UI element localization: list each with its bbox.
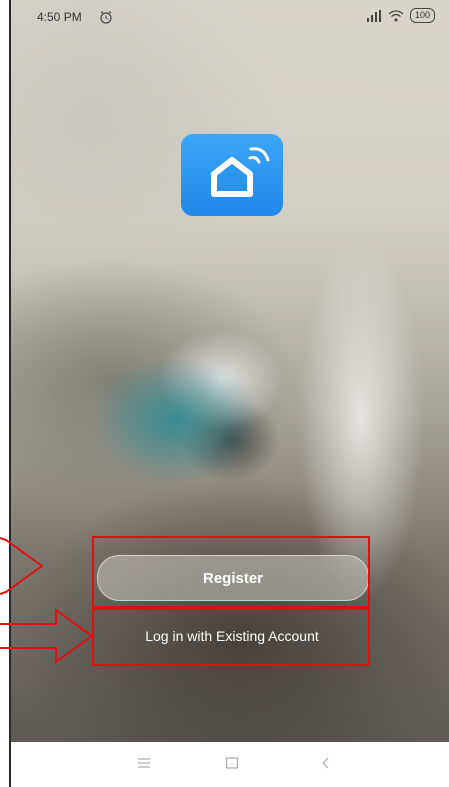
annotation-arrows xyxy=(0,537,93,663)
login-arrow-icon xyxy=(0,609,93,663)
register-arrow-icon xyxy=(0,537,43,595)
